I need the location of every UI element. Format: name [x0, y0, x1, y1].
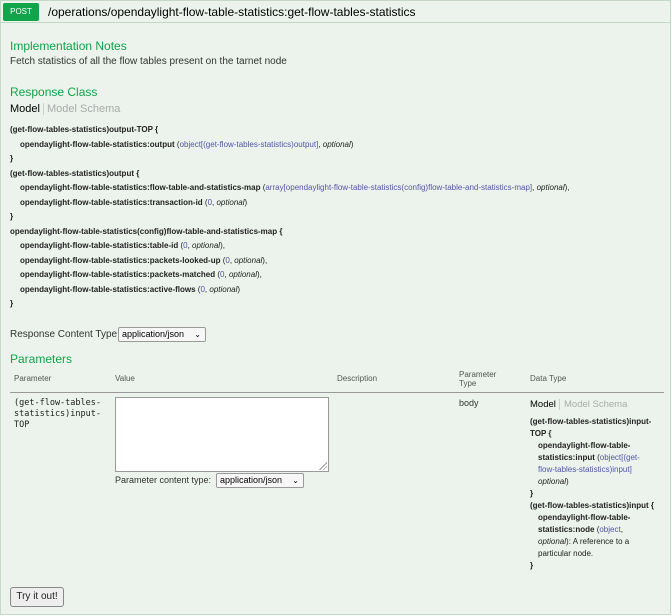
parameter-name-line: (get-flow-tables- [14, 398, 101, 408]
property-description: : A reference to a [568, 537, 630, 546]
chevron-down-icon: ⌄ [292, 476, 299, 485]
model-title: (get-flow-tables-statistics)input- [530, 417, 652, 426]
property-type-link[interactable]: flow-tables-statistics)input] [530, 464, 663, 476]
model-close: } [530, 561, 534, 570]
property-name: opendaylight-flow-table- [538, 441, 631, 450]
response-content-type-select[interactable]: application/json ⌄ [118, 327, 206, 342]
property-name: opendaylight-flow-table-statistics:activ… [20, 284, 196, 294]
parameter-content-type-select[interactable]: application/json ⌄ [216, 473, 304, 488]
header-line: Type [459, 379, 477, 388]
property-name: opendaylight-flow-table-statistics:trans… [20, 197, 203, 207]
property-name: opendaylight-flow-table-statistics:flow-… [20, 183, 261, 192]
data-type-tab-model-schema[interactable]: Model Schema [564, 399, 627, 410]
header-line: Parameter [459, 370, 497, 379]
column-header-value: Value [115, 374, 135, 383]
parameter-name: (get-flow-tables- statistics)input- TOP [14, 398, 101, 431]
property-name: opendaylight-flow-table-statistics:packe… [20, 270, 216, 279]
try-it-out-button[interactable]: Try it out! [10, 587, 64, 607]
optional-label: optional [538, 477, 567, 486]
property-name: statistics:input [538, 453, 595, 462]
tab-divider [43, 103, 44, 115]
tab-model-schema[interactable]: Model Schema [47, 103, 120, 115]
paren: ), [262, 255, 268, 265]
parameter-value-textarea[interactable] [115, 397, 329, 472]
property-type-link[interactable]: object[(get-flow-tables-statistics)outpu… [180, 140, 319, 149]
model-title: (get-flow-tables-statistics)input { [530, 501, 655, 510]
parameter-content-type-label: Parameter content type: [115, 475, 212, 485]
paren: ) [244, 197, 248, 207]
resize-handle[interactable] [319, 462, 327, 470]
model-close: } [10, 212, 14, 221]
property-type-link[interactable]: array[opendaylight-flow-table-statistics… [265, 183, 532, 192]
model-title: TOP { [530, 429, 552, 438]
paren: ) [350, 139, 354, 149]
property-description: particular node. [538, 549, 594, 558]
paren: ), [564, 183, 570, 192]
optional-label: optional [538, 537, 567, 546]
response-content-type-label: Response Content Type [10, 329, 118, 340]
operation-header[interactable]: POST /operations/opendaylight-flow-table… [1, 1, 670, 23]
selected-value: application/json [220, 475, 283, 485]
response-class-heading: Response Class [10, 85, 98, 99]
http-method-badge: POST [3, 3, 39, 21]
optional-label: optional [536, 183, 565, 192]
table-header-divider [10, 392, 664, 393]
paren: ), [220, 241, 225, 250]
implementation-notes-heading: Implementation Notes [10, 39, 127, 53]
model-close: } [530, 489, 534, 498]
property-type-link[interactable]: object[(get- [600, 453, 640, 462]
property-name: opendaylight-flow-table-statistics:table… [20, 241, 179, 250]
model-title: (get-flow-tables-statistics)output { [10, 168, 140, 178]
paren: ) [237, 284, 241, 294]
optional-label: optional [228, 270, 257, 279]
optional-label: optional [234, 255, 263, 265]
property-name: opendaylight-flow-table-statistics:packe… [20, 255, 221, 265]
model-title: (get-flow-tables-statistics)output-TOP { [10, 125, 159, 134]
optional-label: optional [216, 197, 245, 207]
optional-label: optional [209, 284, 238, 294]
parameter-type-value: body [459, 398, 479, 408]
model-close: } [10, 154, 14, 163]
property-name: opendaylight-flow-table- [538, 513, 631, 522]
column-header-data-type: Data Type [530, 374, 567, 383]
property-name: statistics:node [538, 525, 595, 534]
parameter-name-line: statistics)input- [14, 409, 101, 419]
tab-model[interactable]: Model [10, 103, 40, 115]
property-name: opendaylight-flow-table-statistics:outpu… [20, 139, 175, 149]
chevron-down-icon: ⌄ [194, 330, 201, 339]
column-header-parameter: Parameter [14, 374, 52, 383]
model-title: opendaylight-flow-table-statistics(confi… [10, 226, 283, 236]
column-header-description: Description [337, 374, 378, 383]
optional-label: optional [192, 241, 221, 250]
parameter-name-line: TOP [14, 420, 30, 430]
paren: ), [256, 270, 262, 279]
property-type-link[interactable]: object [599, 525, 620, 534]
tab-divider [559, 399, 560, 410]
response-model-signature: (get-flow-tables-statistics)output-TOP {… [10, 123, 570, 312]
column-header-parameter-type: Parameter Type [459, 370, 496, 388]
data-type-model-signature: (get-flow-tables-statistics)input- TOP {… [530, 416, 663, 572]
operation-path[interactable]: /operations/opendaylight-flow-table-stat… [48, 5, 416, 19]
model-close: } [10, 299, 14, 308]
parameters-heading: Parameters [10, 352, 73, 366]
operation-panel: POST /operations/opendaylight-flow-table… [0, 0, 671, 615]
implementation-notes-text: Fetch statistics of all the flow tables … [10, 56, 287, 67]
data-type-tab-model[interactable]: Model [530, 399, 556, 410]
optional-label: optional [322, 139, 351, 149]
selected-value: application/json [122, 329, 185, 339]
